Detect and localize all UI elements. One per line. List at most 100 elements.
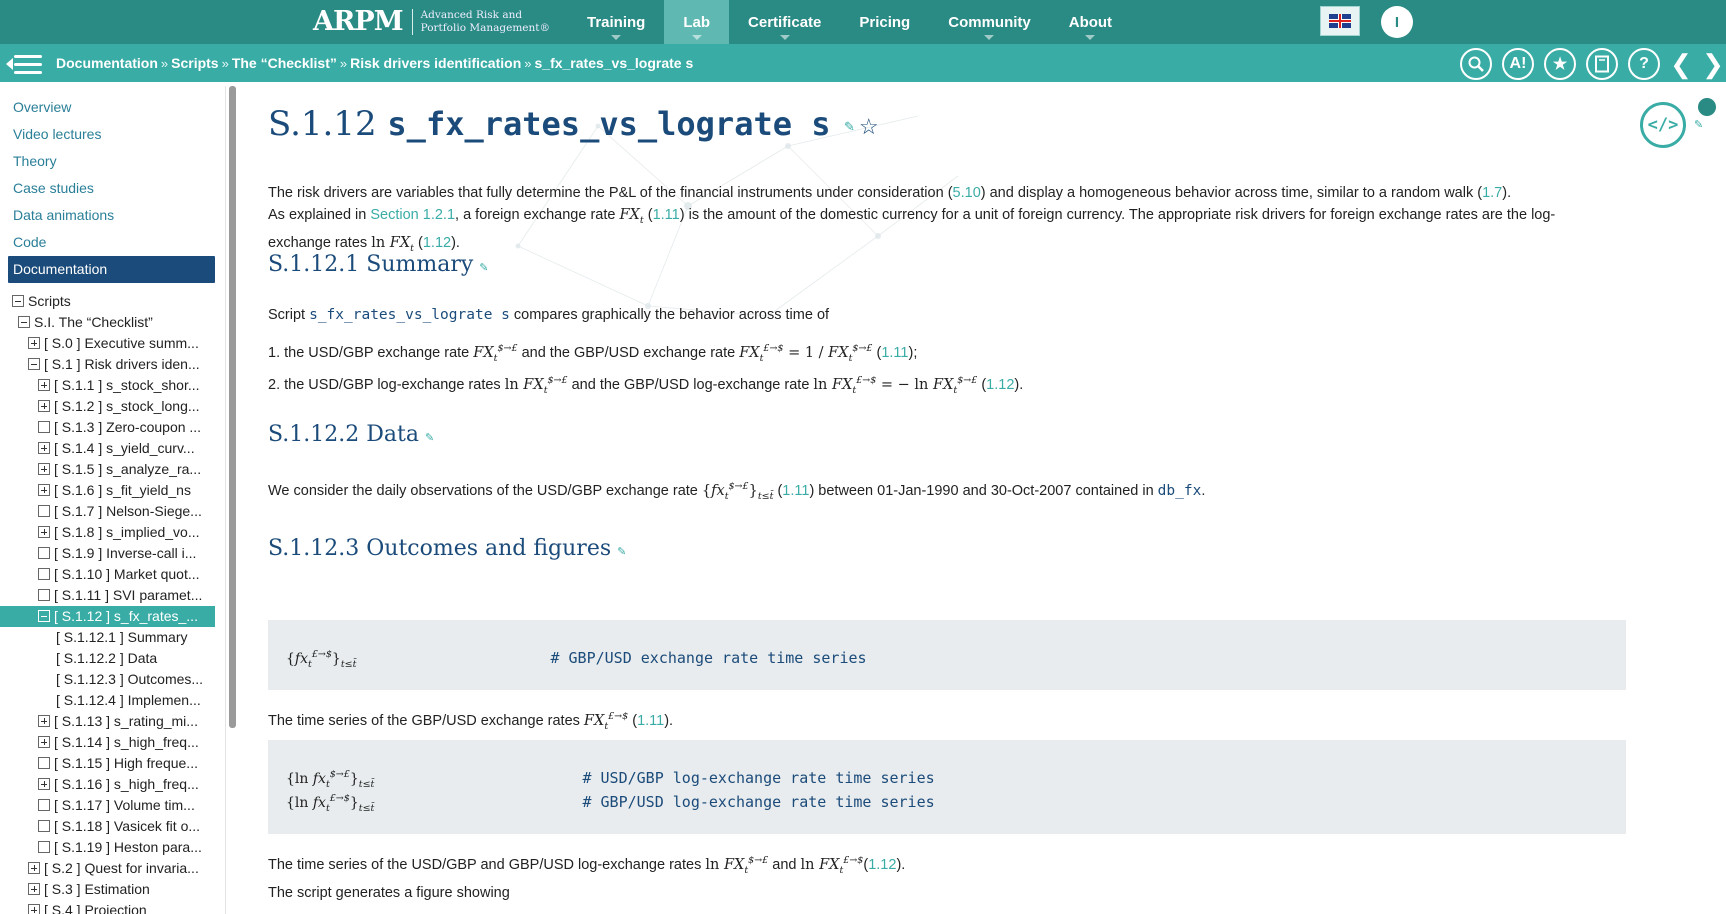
tree-item[interactable]: [ S.1.7 ] Nelson-Siege...: [0, 501, 225, 522]
tree-item[interactable]: [ S.1.12.4 ] Implemen...: [0, 690, 225, 711]
tree-item[interactable]: [ S.1.17 ] Volume tim...: [0, 795, 225, 816]
expand-plus-icon[interactable]: [28, 862, 40, 874]
tree-item[interactable]: [ S.1.18 ] Vasicek fit o...: [0, 816, 225, 837]
expand-plus-icon[interactable]: [38, 400, 50, 412]
chevron-left-icon[interactable]: ❮: [1670, 48, 1692, 80]
tree-item[interactable]: [ S.1.8 ] s_implied_vo...: [0, 522, 225, 543]
tree-item[interactable]: [ S.3 ] Estimation: [0, 879, 225, 900]
equation-ref-link[interactable]: 1.11: [653, 207, 680, 223]
edit-pencil-icon[interactable]: ✎: [425, 431, 434, 444]
expand-plus-icon[interactable]: [28, 883, 40, 895]
page-title: S.1.12 s_fx_rates_vs_lograte s: [268, 104, 831, 144]
collapse-minus-icon[interactable]: [12, 295, 24, 307]
expand-plus-icon[interactable]: [38, 463, 50, 475]
tree-item[interactable]: [ S.2 ] Quest for invaria...: [0, 858, 225, 879]
tree-item-label: [ S.1.12.3 ] Outcomes...: [56, 671, 204, 687]
bookmark-book-icon[interactable]: [1586, 48, 1618, 80]
collapse-minus-icon[interactable]: [18, 316, 30, 328]
tree-item[interactable]: [ S.1.9 ] Inverse-call i...: [0, 543, 225, 564]
favorite-star-icon[interactable]: ☆: [859, 114, 879, 140]
breadcrumb-scripts[interactable]: Scripts: [171, 55, 218, 71]
tree-item[interactable]: [ S.1.12.1 ] Summary: [0, 627, 225, 648]
expand-plus-icon[interactable]: [38, 778, 50, 790]
tree-item[interactable]: [ S.1.12.3 ] Outcomes...: [0, 669, 225, 690]
tree-item[interactable]: [ S.1.2 ] s_stock_long...: [0, 396, 225, 417]
equation-ref-link[interactable]: 1.11: [881, 345, 908, 361]
expand-plus-icon[interactable]: [38, 484, 50, 496]
tree-item[interactable]: [ S.1 ] Risk drivers iden...: [0, 354, 225, 375]
nav-pricing[interactable]: Pricing: [840, 0, 929, 44]
nav-community[interactable]: Community: [929, 0, 1050, 44]
database-name-code[interactable]: db_fx: [1158, 483, 1202, 499]
sidebar-item-overview[interactable]: Overview: [0, 94, 225, 121]
tree-item[interactable]: [ S.1.11 ] SVI paramet...: [0, 585, 225, 606]
breadcrumb-risk-drivers[interactable]: Risk drivers identification: [350, 55, 521, 71]
equation-ref-link[interactable]: 1.11: [637, 713, 664, 729]
menu-toggle-icon[interactable]: [6, 53, 42, 75]
chevron-right-icon[interactable]: ❯: [1702, 48, 1724, 80]
documentation-tree: Scripts S.I. The “Checklist” [ S.0 ] Execu…: [0, 291, 225, 914]
collapse-minus-icon[interactable]: [28, 358, 40, 370]
expand-plus-icon[interactable]: [38, 715, 50, 727]
tree-item[interactable]: [ S.0 ] Executive summ...: [0, 333, 225, 354]
sidebar-scrollbar[interactable]: [229, 86, 236, 728]
help-icon[interactable]: ?: [1628, 48, 1660, 80]
breadcrumb-documentation[interactable]: Documentation: [56, 55, 158, 71]
equation-ref-link[interactable]: 1.11: [782, 483, 809, 499]
tree-item[interactable]: [ S.1.4 ] s_yield_curv...: [0, 438, 225, 459]
collapse-minus-icon[interactable]: [38, 610, 50, 622]
tree-item[interactable]: [ S.1.10 ] Market quot...: [0, 564, 225, 585]
language-selector[interactable]: [1320, 6, 1360, 36]
breadcrumb-checklist[interactable]: The “Checklist”: [232, 55, 337, 71]
notification-dot: [1698, 98, 1716, 116]
tree-item[interactable]: Scripts: [0, 291, 225, 312]
equation-ref-link[interactable]: 1.12: [986, 377, 1014, 393]
expand-plus-icon[interactable]: [38, 526, 50, 538]
tree-item[interactable]: [ S.1.12 ] s_fx_rates_...: [0, 606, 215, 627]
tree-item[interactable]: [ S.1.13 ] s_rating_mi...: [0, 711, 225, 732]
nav-training[interactable]: Training: [568, 0, 664, 44]
tree-item[interactable]: [ S.1.15 ] High freque...: [0, 753, 225, 774]
arpm-logo[interactable]: ARPM Advanced Risk and Portfolio Managem…: [313, 6, 550, 37]
tree-item[interactable]: [ S.1.16 ] s_high_freq...: [0, 774, 225, 795]
nav-about[interactable]: About: [1050, 0, 1131, 44]
tree-item[interactable]: [ S.1.12.2 ] Data: [0, 648, 225, 669]
source-code-button[interactable]: </>: [1640, 102, 1686, 148]
script-name-code[interactable]: s_fx_rates_vs_lograte s: [309, 307, 510, 323]
edit-pencil-icon[interactable]: ✎: [617, 545, 626, 558]
user-avatar[interactable]: I: [1381, 6, 1413, 38]
sidebar-item-documentation[interactable]: Documentation: [8, 256, 215, 283]
tree-item[interactable]: [ S.1.19 ] Heston para...: [0, 837, 225, 858]
edit-pencil-icon[interactable]: ✎: [479, 261, 488, 274]
equation-ref-link[interactable]: 1.12: [423, 235, 451, 251]
tree-item[interactable]: [ S.1.6 ] s_fit_yield_ns: [0, 480, 225, 501]
star-icon[interactable]: ★: [1544, 48, 1576, 80]
tree-item[interactable]: [ S.1.14 ] s_high_freq...: [0, 732, 225, 753]
search-icon[interactable]: [1460, 48, 1492, 80]
equation-ref-link[interactable]: 1.7: [1482, 185, 1502, 201]
nav-lab[interactable]: Lab: [664, 0, 730, 44]
tree-item[interactable]: [ S.1.1 ] s_stock_shor...: [0, 375, 225, 396]
tree-item[interactable]: [ S.1.3 ] Zero-coupon ...: [0, 417, 225, 438]
sidebar-item-theory[interactable]: Theory: [0, 148, 225, 175]
sidebar-item-data-animations[interactable]: Data animations: [0, 202, 225, 229]
sidebar-item-case-studies[interactable]: Case studies: [0, 175, 225, 202]
expand-plus-icon[interactable]: [38, 736, 50, 748]
tree-item[interactable]: [ S.1.5 ] s_analyze_ra...: [0, 459, 225, 480]
expand-plus-icon[interactable]: [28, 904, 40, 914]
equation-ref-link[interactable]: 5.10: [953, 185, 981, 201]
expand-plus-icon[interactable]: [38, 442, 50, 454]
nav-certificate[interactable]: Certificate: [729, 0, 840, 44]
pencil-icon[interactable]: ✎: [1694, 118, 1703, 131]
equation-ref-link[interactable]: 1.12: [868, 857, 896, 873]
accessibility-icon[interactable]: A!: [1502, 48, 1534, 80]
expand-plus-icon[interactable]: [38, 379, 50, 391]
edit-pencil-icon[interactable]: ✎: [844, 119, 855, 135]
section-link[interactable]: Section 1.2.1: [370, 207, 455, 223]
sidebar-item-video-lectures[interactable]: Video lectures: [0, 121, 225, 148]
tree-item-label: [ S.1.12.4 ] Implemen...: [56, 692, 201, 708]
expand-plus-icon[interactable]: [28, 337, 40, 349]
tree-item[interactable]: [ S.4 ] Projection: [0, 900, 225, 914]
sidebar-item-code[interactable]: Code: [0, 229, 225, 256]
tree-item[interactable]: S.I. The “Checklist”: [0, 312, 225, 333]
